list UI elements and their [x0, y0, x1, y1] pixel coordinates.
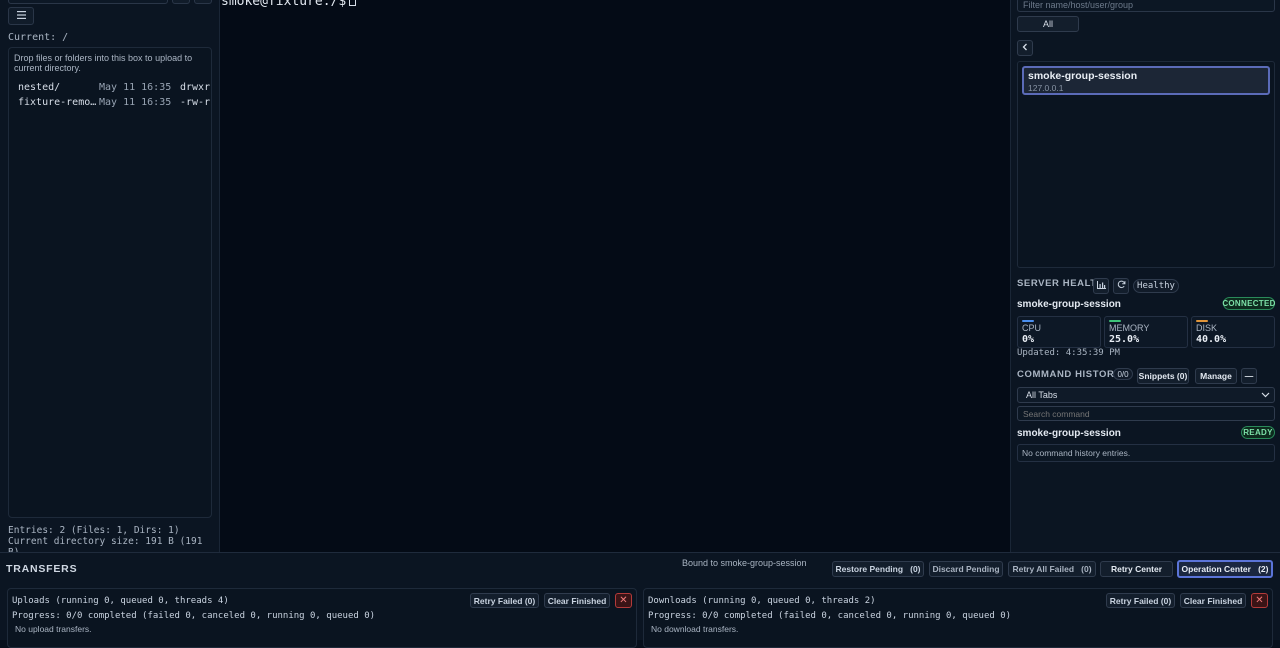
transfers-title: TRANSFERS	[6, 563, 78, 575]
restore-count: (0)	[910, 564, 921, 574]
restore-pending-button[interactable]: Restore Pending (0)	[832, 561, 924, 577]
discard-pending-button[interactable]: Discard Pending	[929, 561, 1003, 577]
session-name: smoke-group-session	[1028, 70, 1138, 82]
path-up-button[interactable]	[194, 0, 212, 4]
session-sidebar: All smoke-group-session 127.0.0.1 SERVER…	[1010, 0, 1280, 552]
current-path: Current: /	[8, 32, 69, 43]
bar-chart-icon	[1096, 280, 1106, 292]
history-empty-message: No command history entries.	[1017, 444, 1275, 462]
transfers-panel: TRANSFERS Bound to smoke-group-session R…	[0, 552, 1280, 648]
retry-failed-uploads-button[interactable]: Retry Failed (0)	[470, 593, 539, 608]
command-history-title: COMMAND HISTORY	[1017, 369, 1121, 380]
history-count: 0/0	[1113, 368, 1133, 380]
refresh-icon	[1117, 280, 1126, 292]
upload-drop-zone[interactable]: Drop files or folders into this box to u…	[8, 47, 212, 518]
retry-failed-downloads-button[interactable]: Retry Failed (0)	[1106, 593, 1175, 608]
disk-bar	[1196, 320, 1208, 322]
close-icon: ✕	[619, 595, 628, 606]
health-status: Healthy	[1133, 279, 1179, 293]
path-go-button[interactable]	[172, 0, 190, 4]
session-filter-input[interactable]	[1017, 0, 1275, 12]
hamburger-icon	[16, 10, 26, 22]
file-browser-panel: Current: / Drop files or folders into th…	[0, 0, 220, 558]
file-name: fixture-remote	[18, 96, 98, 108]
snippets-button[interactable]: Snippets (0)	[1137, 368, 1189, 384]
uploads-progress: Progress: 0/0 completed (failed 0, cance…	[12, 611, 376, 621]
disk-metric: DISK 40.0%	[1191, 316, 1275, 348]
health-session-name: smoke-group-session	[1017, 299, 1121, 310]
ready-badge: READY	[1241, 426, 1275, 439]
metric-value: 40.0%	[1196, 334, 1227, 345]
metric-value: 25.0%	[1109, 334, 1140, 345]
retry-all-failed-button[interactable]: Retry All Failed (0)	[1008, 561, 1096, 577]
file-perms: drwxr	[180, 81, 210, 93]
operation-center-button[interactable]: Operation Center (2)	[1177, 560, 1273, 578]
session-host: 127.0.0.1	[1028, 83, 1064, 93]
downloads-empty: No download transfers.	[651, 624, 739, 634]
clear-finished-uploads-button[interactable]: Clear Finished	[544, 593, 610, 608]
downloads-box: Downloads (running 0, queued 0, threads …	[643, 588, 1273, 648]
filter-all-button[interactable]: All	[1017, 16, 1079, 32]
retry-all-count: (0)	[1081, 564, 1092, 574]
close-downloads-button[interactable]: ✕	[1251, 593, 1268, 608]
operation-center-label: Operation Center	[1181, 564, 1251, 574]
metric-label: CPU	[1022, 323, 1042, 333]
operation-center-count: (2)	[1258, 564, 1269, 574]
retry-center-button[interactable]: Retry Center	[1100, 561, 1173, 577]
menu-button[interactable]	[8, 7, 34, 25]
downloads-header: Downloads (running 0, queued 0, threads …	[648, 596, 876, 606]
clear-finished-downloads-button[interactable]: Clear Finished	[1180, 593, 1246, 608]
entries-count: Entries: 2 (Files: 1, Dirs: 1)	[8, 525, 180, 536]
file-row[interactable]: nested/ May 11 16:35 drwxr	[18, 80, 210, 94]
file-name: nested/	[18, 81, 61, 93]
downloads-progress: Progress: 0/0 completed (failed 0, cance…	[648, 611, 1012, 621]
session-list: smoke-group-session 127.0.0.1	[1017, 61, 1275, 268]
metric-label: MEMORY	[1109, 323, 1150, 333]
history-collapse-button[interactable]: —	[1241, 368, 1257, 384]
path-input[interactable]	[8, 0, 168, 4]
refresh-button[interactable]	[1113, 278, 1129, 294]
drop-hint: Drop files or folders into this box to u…	[14, 53, 193, 73]
close-uploads-button[interactable]: ✕	[615, 593, 632, 608]
uploads-header: Uploads (running 0, queued 0, threads 4)	[12, 596, 229, 606]
updated-time: Updated: 4:35:39 PM	[1017, 348, 1120, 358]
chart-button[interactable]	[1093, 278, 1109, 294]
metric-label: DISK	[1196, 323, 1218, 333]
command-search-input[interactable]	[1017, 406, 1275, 421]
restore-label: Restore Pending	[835, 564, 904, 574]
retry-all-label: Retry All Failed	[1012, 564, 1075, 574]
chevron-down-icon	[1261, 390, 1270, 401]
history-tab-select[interactable]: All Tabs	[1017, 387, 1275, 403]
terminal-cursor	[349, 0, 357, 6]
cpu-metric: CPU 0%	[1017, 316, 1101, 348]
metric-value: 0%	[1022, 334, 1035, 345]
select-value: All Tabs	[1026, 390, 1058, 400]
terminal-prompt: smoke@fixture:/$	[221, 0, 347, 9]
chevron-left-icon	[1022, 43, 1028, 54]
memory-metric: MEMORY 25.0%	[1104, 316, 1188, 348]
cpu-bar	[1022, 320, 1034, 322]
uploads-empty: No upload transfers.	[15, 624, 92, 634]
connected-badge: CONNECTED	[1222, 297, 1276, 310]
uploads-box: Uploads (running 0, queued 0, threads 4)…	[7, 588, 637, 648]
close-icon: ✕	[1255, 595, 1264, 606]
manage-button[interactable]: Manage	[1195, 368, 1237, 384]
session-card[interactable]: smoke-group-session 127.0.0.1	[1022, 66, 1270, 95]
file-date: May 11 16:35	[99, 81, 172, 93]
history-session-name: smoke-group-session	[1017, 428, 1121, 439]
file-date: May 11 16:35	[99, 96, 172, 108]
server-health-title: SERVER HEALTH	[1017, 278, 1105, 289]
collapse-button[interactable]	[1017, 40, 1033, 56]
terminal[interactable]: smoke@fixture:/$	[220, 0, 1010, 552]
file-row[interactable]: fixture-remote May 11 16:35 -rw-r	[18, 95, 210, 109]
terminal-line: smoke@fixture:/$	[221, 0, 357, 9]
file-perms: -rw-r	[180, 96, 210, 108]
bound-session: Bound to smoke-group-session	[682, 558, 807, 568]
memory-bar	[1109, 320, 1121, 322]
